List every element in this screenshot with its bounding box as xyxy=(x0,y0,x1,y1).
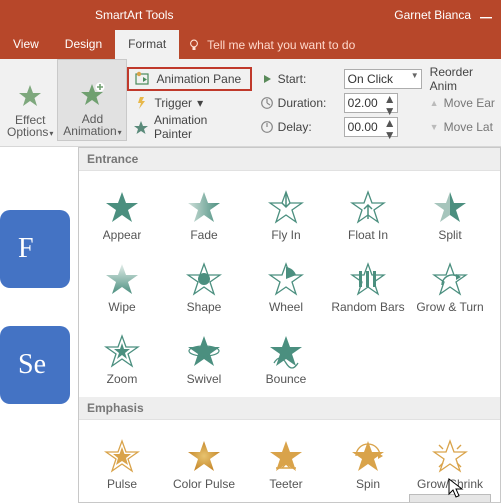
trigger-button[interactable]: Trigger▾ xyxy=(127,91,251,115)
item-label: Grow/Shrink xyxy=(417,477,483,491)
item-label: Float In xyxy=(348,228,388,242)
entrance-wipe[interactable]: Wipe xyxy=(81,245,163,317)
effect-options-label: Effect Options▾ xyxy=(7,114,53,139)
start-label: Start: xyxy=(278,72,340,86)
smartart-shape-2[interactable]: Se xyxy=(0,326,70,404)
emphasis-desaturate[interactable]: Desaturate xyxy=(81,494,163,503)
item-label: Split xyxy=(438,228,461,242)
item-label: Grow & Turn xyxy=(416,300,483,314)
emphasis-teeter[interactable]: Teeter xyxy=(245,422,327,494)
entrance-split[interactable]: Split xyxy=(409,173,491,245)
ribbon: Effect Options▾ Add Animation▾ Animation… xyxy=(0,59,501,147)
item-label: Wheel xyxy=(269,300,303,314)
entrance-header: Entrance xyxy=(79,148,500,171)
emphasis-darken[interactable]: Darken xyxy=(163,494,245,503)
trigger-label: Trigger xyxy=(154,96,192,110)
tell-me-label: Tell me what you want to do xyxy=(207,38,355,52)
entrance-appear[interactable]: Appear xyxy=(81,173,163,245)
entrance-fly-in[interactable]: Fly In xyxy=(245,173,327,245)
effect-options-icon xyxy=(15,81,45,111)
animation-pane-icon xyxy=(135,71,151,87)
animation-painter-button[interactable]: Animation Painter xyxy=(127,115,251,139)
tab-design[interactable]: Design xyxy=(52,30,115,59)
animation-painter-icon xyxy=(133,119,148,135)
tab-view[interactable]: View xyxy=(0,30,52,59)
start-select[interactable]: On Click▼ xyxy=(344,69,422,89)
move-earlier-button[interactable]: ▲Move Ear xyxy=(430,91,501,115)
duration-spin[interactable]: 02.00▲▼ xyxy=(344,93,398,113)
item-label: Zoom xyxy=(107,372,138,386)
item-label: Pulse xyxy=(107,477,137,491)
animation-gallery: Entrance Appear Fade Fly In Float In Split Wi… xyxy=(78,147,501,503)
add-animation-icon xyxy=(77,80,107,110)
emphasis-color-pulse[interactable]: Color Pulse xyxy=(163,422,245,494)
emphasis-lighten[interactable]: Lighten xyxy=(245,494,327,503)
animation-painter-label: Animation Painter xyxy=(154,113,246,141)
reorder-group: Reorder Anim ▲Move Ear ▼Move Lat xyxy=(430,59,501,146)
tab-strip: View Design Format Tell me what you want… xyxy=(0,30,501,59)
item-label: Fade xyxy=(190,228,217,242)
titlebar: SmartArt Tools Garnet Bianca xyxy=(0,0,501,30)
entrance-shape[interactable]: Shape xyxy=(163,245,245,317)
item-label: Appear xyxy=(103,228,142,242)
emphasis-grid: Pulse Color Pulse Teeter Spin Grow/Shrink Des… xyxy=(79,420,500,503)
emphasis-object-color[interactable]: Object Color xyxy=(409,494,491,503)
entrance-float-in[interactable]: Float In xyxy=(327,173,409,245)
item-label: Wipe xyxy=(108,300,135,314)
start-icon xyxy=(260,72,274,86)
item-label: Color Pulse xyxy=(173,477,235,491)
add-animation-button[interactable]: Add Animation▾ xyxy=(57,59,127,141)
move-later-button[interactable]: ▼Move Lat xyxy=(430,115,501,139)
emphasis-transparency[interactable]: Transparency xyxy=(327,494,409,503)
advanced-animation-group: Animation Pane Trigger▾ Animation Painte… xyxy=(127,59,251,146)
item-label: Shape xyxy=(187,300,222,314)
duration-icon xyxy=(260,96,274,110)
animation-pane-label: Animation Pane xyxy=(156,72,241,86)
item-label: Random Bars xyxy=(331,300,404,314)
minimize-icon[interactable] xyxy=(479,7,493,21)
item-label: Spin xyxy=(356,477,380,491)
item-label: Fly In xyxy=(271,228,300,242)
delay-spin[interactable]: 00.00▲▼ xyxy=(344,117,398,137)
delay-label: Delay: xyxy=(278,120,340,134)
entrance-grid: Appear Fade Fly In Float In Split Wipe Shape Wh… xyxy=(79,171,500,397)
emphasis-header: Emphasis xyxy=(79,397,500,420)
trigger-icon xyxy=(133,95,149,111)
entrance-swivel[interactable]: Swivel xyxy=(163,317,245,389)
tell-me[interactable]: Tell me what you want to do xyxy=(187,38,355,52)
emphasis-spin[interactable]: Spin xyxy=(327,422,409,494)
smartart-shape-1[interactable]: F xyxy=(0,210,70,288)
user-name: Garnet Bianca xyxy=(394,8,471,22)
entrance-grow-turn[interactable]: Grow & Turn xyxy=(409,245,491,317)
delay-icon xyxy=(260,120,274,134)
timing-group: Start: On Click▼ Duration: 02.00▲▼ Delay… xyxy=(260,59,422,146)
reorder-label: Reorder Anim xyxy=(430,67,501,91)
entrance-zoom[interactable]: Zoom xyxy=(81,317,163,389)
item-label: Swivel xyxy=(187,372,222,386)
smartart-shapes: F Se xyxy=(0,210,70,442)
effect-options-button[interactable]: Effect Options▾ xyxy=(3,59,57,141)
lightbulb-icon xyxy=(187,38,201,52)
entrance-random-bars[interactable]: Random Bars xyxy=(327,245,409,317)
emphasis-grow-shrink[interactable]: Grow/Shrink xyxy=(409,422,491,494)
tab-format[interactable]: Format xyxy=(115,30,179,59)
animation-pane-button[interactable]: Animation Pane xyxy=(127,67,251,91)
entrance-fade[interactable]: Fade xyxy=(163,173,245,245)
entrance-wheel[interactable]: Wheel xyxy=(245,245,327,317)
add-animation-label: Add Animation▾ xyxy=(63,113,121,138)
entrance-bounce[interactable]: Bounce xyxy=(245,317,327,389)
duration-label: Duration: xyxy=(278,96,340,110)
smartart-tools-label: SmartArt Tools xyxy=(95,8,173,22)
emphasis-pulse[interactable]: Pulse xyxy=(81,422,163,494)
item-label: Teeter xyxy=(269,477,302,491)
item-label: Bounce xyxy=(266,372,307,386)
